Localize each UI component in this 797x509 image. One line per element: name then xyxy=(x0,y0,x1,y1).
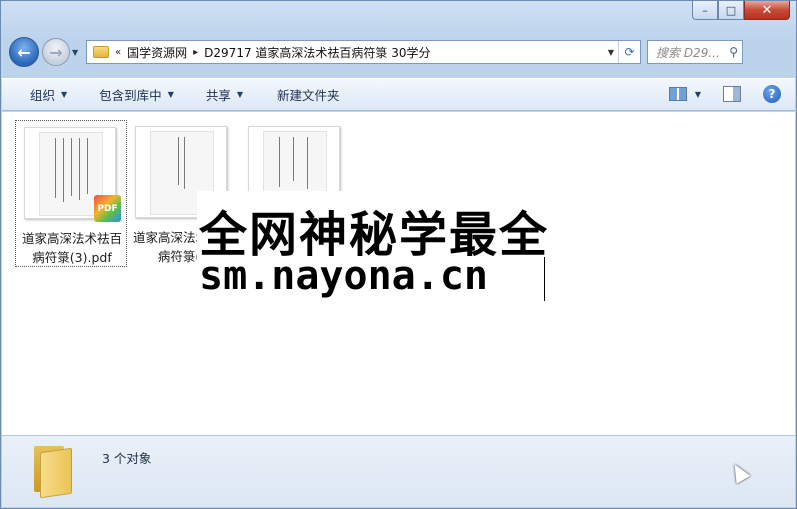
organize-menu[interactable]: 组织 ▼ xyxy=(30,85,67,104)
folder-icon xyxy=(32,444,72,499)
include-library-menu[interactable]: 包含到库中 ▼ xyxy=(99,85,174,104)
new-folder-label: 新建文件夹 xyxy=(277,88,340,103)
share-label: 共享 xyxy=(205,88,231,103)
address-dropdown-icon[interactable]: ▼ xyxy=(604,48,618,57)
search-icon: ⚲ xyxy=(729,45,738,59)
chevron-down-icon: ▼ xyxy=(236,90,244,99)
breadcrumb-separator[interactable]: ▸ xyxy=(193,47,198,58)
search-placeholder: 搜索 D29... xyxy=(656,45,720,60)
navigation-bar: ← → ▼ « 国学资源网 ▸ D29717 道家高深法术祛百病符箓 30学分 … xyxy=(9,34,788,70)
include-library-label: 包含到库中 xyxy=(99,88,162,103)
minimize-button[interactable]: – xyxy=(692,1,718,20)
overflow-chevron[interactable]: « xyxy=(115,47,121,58)
caption-buttons: – □ ✕ xyxy=(692,1,790,20)
file-item[interactable]: PDF 道家高深法术祛百病符箓(3).pdf xyxy=(15,120,127,267)
address-bar[interactable]: « 国学资源网 ▸ D29717 道家高深法术祛百病符箓 30学分 ▼ ⟳ xyxy=(86,40,641,64)
watermark-url: sm.nayona.cn xyxy=(199,253,488,299)
file-name: 道家高深法术祛百病符箓(3).pdf xyxy=(21,231,122,265)
command-toolbar: 组织 ▼ 包含到库中 ▼ 共享 ▼ 新建文件夹 ▼ ? xyxy=(2,78,795,111)
close-button[interactable]: ✕ xyxy=(744,1,790,20)
search-input[interactable]: 搜索 D29... ⚲ xyxy=(647,40,743,64)
help-icon[interactable]: ? xyxy=(763,85,781,103)
watermark-overlay: 全网神秘学最全 sm.nayona.cn xyxy=(197,191,603,317)
chevron-down-icon: ▼ xyxy=(167,90,174,99)
back-arrow-icon: ← xyxy=(17,42,31,62)
details-pane: 3 个对象 xyxy=(2,435,795,507)
forward-button[interactable]: → xyxy=(42,38,70,66)
toolbar-right: ▼ ? xyxy=(668,85,781,103)
explorer-window: – □ ✕ ← → ▼ « 国学资源网 ▸ D29717 道家高深法术祛百病符箓… xyxy=(0,0,797,509)
text-cursor xyxy=(544,257,545,301)
share-menu[interactable]: 共享 ▼ xyxy=(206,85,243,104)
view-options-dropdown-icon[interactable]: ▼ xyxy=(695,90,701,99)
organize-label: 组织 xyxy=(30,88,56,103)
change-view-icon[interactable] xyxy=(668,87,687,101)
folder-icon xyxy=(93,46,109,58)
preview-pane-icon[interactable] xyxy=(723,86,741,102)
item-count: 3 个对象 xyxy=(102,451,152,466)
refresh-icon[interactable]: ⟳ xyxy=(618,41,640,63)
breadcrumb-root[interactable]: 国学资源网 xyxy=(127,44,187,61)
back-button[interactable]: ← xyxy=(9,37,39,67)
chevron-down-icon: ▼ xyxy=(61,90,68,99)
recent-pages-dropdown[interactable]: ▼ xyxy=(72,48,82,57)
maximize-button[interactable]: □ xyxy=(718,1,744,20)
new-folder-button[interactable]: 新建文件夹 xyxy=(277,85,340,104)
forward-arrow-icon: → xyxy=(49,42,63,62)
breadcrumb-current[interactable]: D29717 道家高深法术祛百病符箓 30学分 xyxy=(204,44,430,61)
pdf-app-icon: PDF xyxy=(94,195,121,222)
